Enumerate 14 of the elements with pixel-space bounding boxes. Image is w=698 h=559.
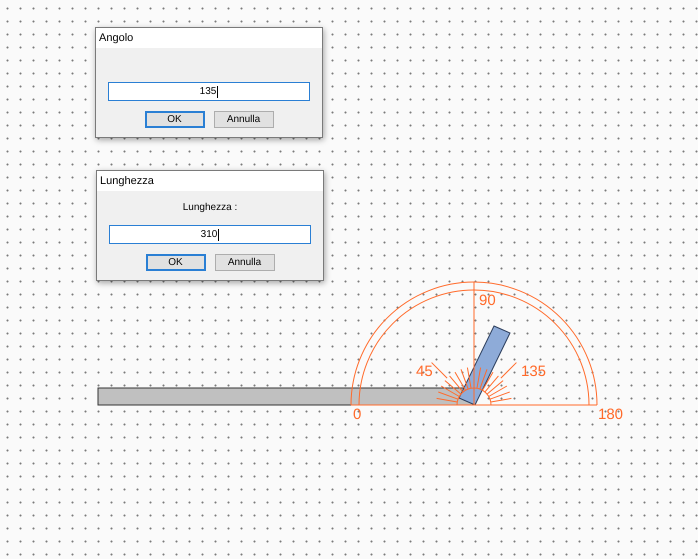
- angle-label: 45: [416, 363, 433, 380]
- dialog-button[interactable]: Annulla: [214, 254, 274, 271]
- dialog-button[interactable]: OK: [146, 254, 206, 271]
- angle-label: 180: [598, 406, 624, 423]
- dialog-button[interactable]: Annulla: [214, 111, 274, 128]
- dialog-button[interactable]: OK: [144, 111, 204, 128]
- window-title: Lunghezza: [97, 171, 323, 191]
- prompt-label: Lunghezza :: [182, 202, 238, 212]
- angle-label: 0: [353, 406, 362, 423]
- input-field[interactable]: 310: [109, 225, 311, 244]
- input-field[interactable]: 135: [108, 82, 310, 101]
- window-title: Angolo: [96, 28, 322, 48]
- angle-label: 90: [479, 292, 496, 309]
- angle-label: 135: [521, 363, 546, 380]
